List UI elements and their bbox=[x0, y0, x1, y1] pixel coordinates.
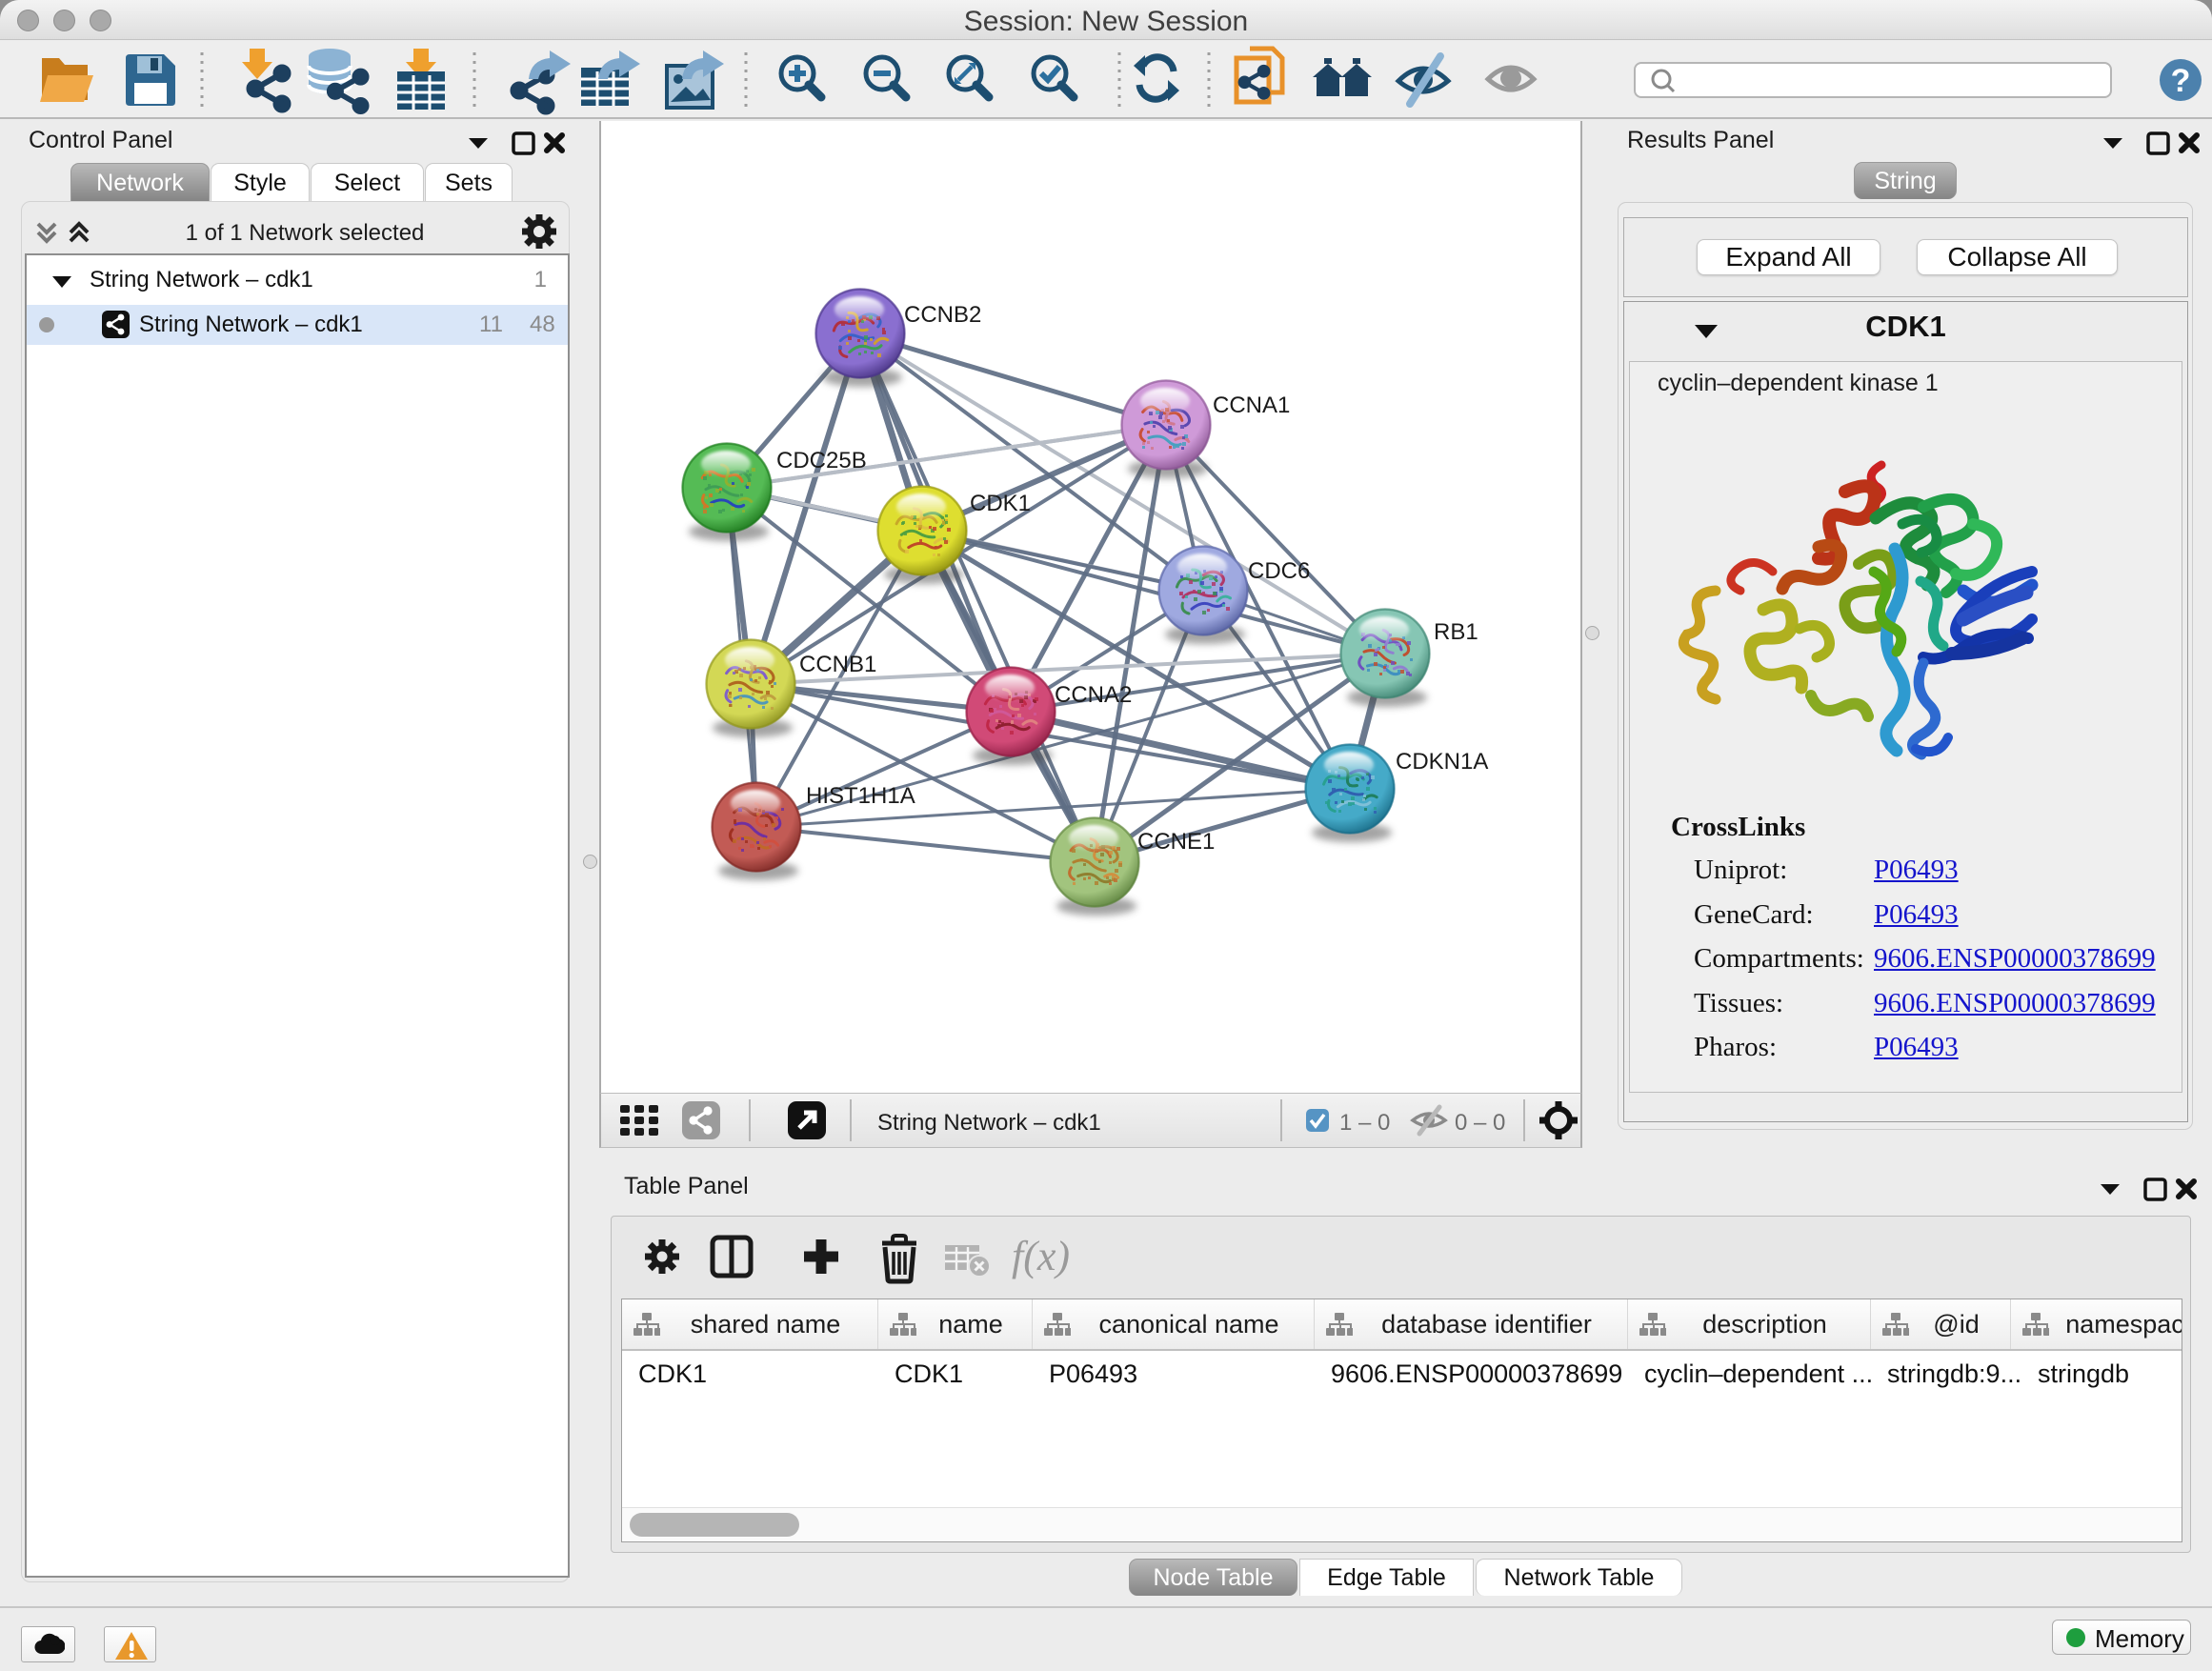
svg-text:f(x): f(x) bbox=[1012, 1233, 1070, 1279]
svg-text:CCNA2: CCNA2 bbox=[1055, 682, 1132, 708]
svg-text:CCNE1: CCNE1 bbox=[1137, 829, 1215, 855]
svg-text:0 – 0: 0 – 0 bbox=[1455, 1110, 1505, 1136]
svg-text:HIST1H1A: HIST1H1A bbox=[806, 783, 915, 809]
svg-text:1 – 0: 1 – 0 bbox=[1339, 1110, 1390, 1136]
svg-text:String Network – cdk1: String Network – cdk1 bbox=[877, 1110, 1101, 1136]
svg-text:RB1: RB1 bbox=[1434, 619, 1478, 645]
svg-text:CDC25B: CDC25B bbox=[776, 448, 867, 473]
svg-text:CCNA1: CCNA1 bbox=[1213, 393, 1290, 418]
svg-text:CCNB1: CCNB1 bbox=[799, 652, 876, 677]
svg-text:CDK1: CDK1 bbox=[970, 491, 1031, 516]
svg-text:CDC6: CDC6 bbox=[1248, 558, 1310, 584]
svg-text:CCNB2: CCNB2 bbox=[904, 302, 981, 328]
svg-text:?: ? bbox=[2171, 63, 2191, 99]
svg-text:CDKN1A: CDKN1A bbox=[1396, 749, 1488, 775]
